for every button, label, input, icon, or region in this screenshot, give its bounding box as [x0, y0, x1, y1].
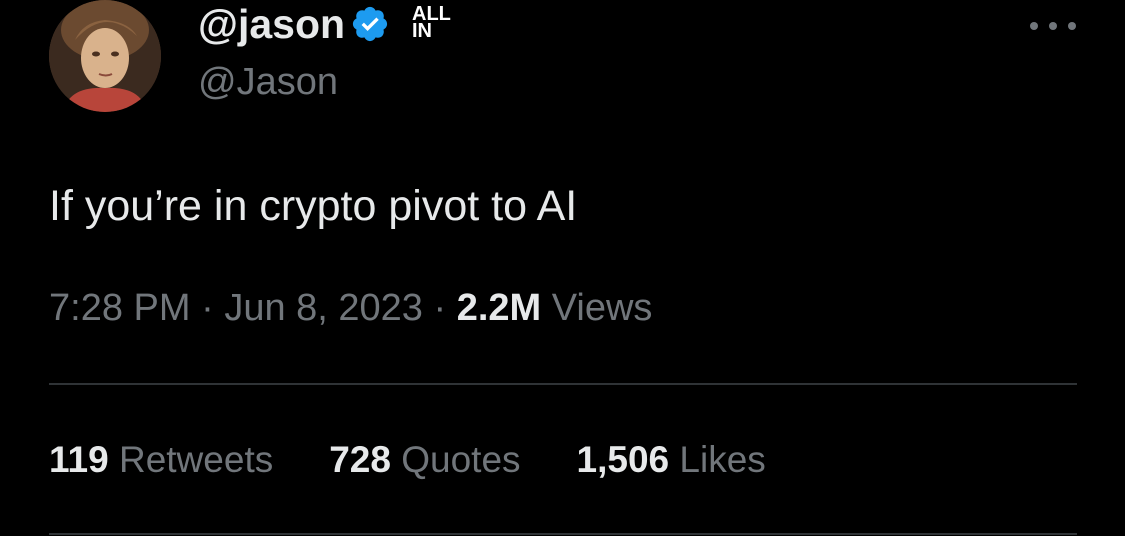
author-handle[interactable]: @Jason — [198, 58, 338, 106]
meta-separator: · — [433, 287, 447, 329]
avatar[interactable] — [49, 0, 161, 112]
quotes-label: Quotes — [401, 439, 521, 480]
views-label: Views — [551, 287, 653, 329]
divider — [49, 533, 1077, 535]
quotes-stat[interactable]: 728 Quotes — [329, 434, 520, 486]
avatar-image — [49, 0, 161, 112]
quotes-count: 728 — [329, 439, 391, 480]
more-horizontal-icon-dot — [1049, 22, 1057, 30]
affiliate-badge-line2: IN — [412, 20, 432, 42]
tweet-date[interactable]: Jun 8, 2023 — [224, 287, 423, 329]
tweet-stats: 119 Retweets 728 Quotes 1,506 Likes — [49, 434, 822, 486]
views-count: 2.2M — [456, 287, 542, 329]
affiliate-badge[interactable]: ALL IN — [412, 4, 458, 46]
verified-badge-icon — [352, 6, 388, 42]
likes-count: 1,506 — [576, 439, 670, 480]
retweets-label: Retweets — [118, 439, 274, 480]
author-display-name[interactable]: @jason — [198, 0, 345, 50]
divider — [49, 383, 1077, 385]
more-horizontal-icon-dot — [1068, 22, 1076, 30]
more-options-button[interactable] — [1030, 14, 1076, 38]
tweet-text: If you’re in crypto pivot to AI — [49, 182, 578, 230]
tweet-meta: 7:28 PM · Jun 8, 2023 · 2.2M Views — [49, 282, 652, 334]
likes-label: Likes — [679, 439, 766, 480]
more-horizontal-icon — [1030, 22, 1038, 30]
likes-stat[interactable]: 1,506 Likes — [577, 434, 766, 486]
retweets-stat[interactable]: 119 Retweets — [49, 434, 273, 486]
retweets-count: 119 — [49, 439, 109, 480]
tweet-time[interactable]: 7:28 PM — [49, 287, 191, 329]
meta-separator: · — [201, 287, 214, 329]
